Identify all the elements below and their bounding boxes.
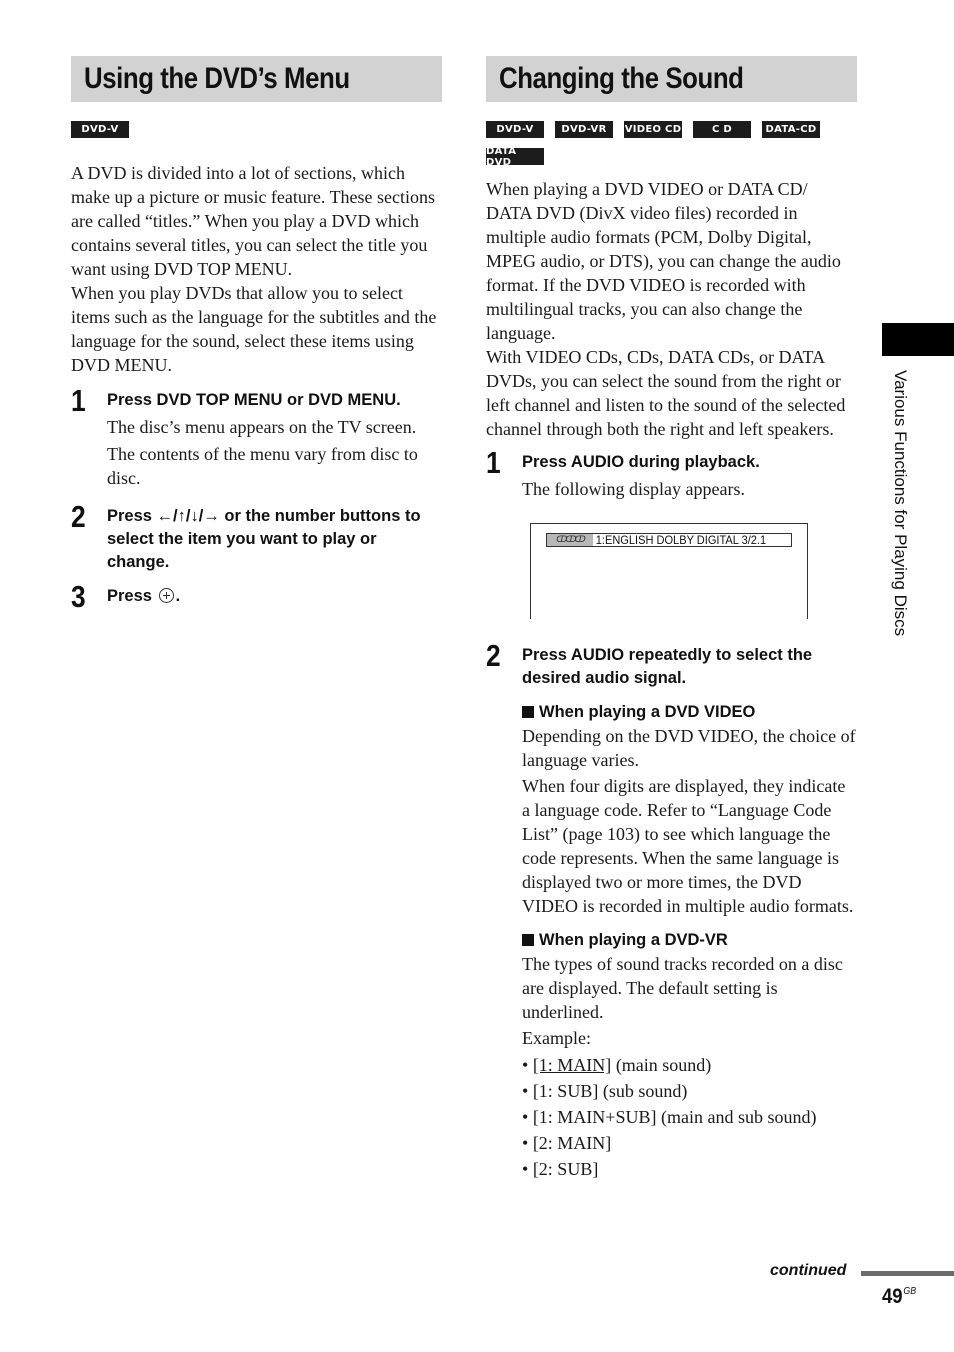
list-item: • [1: MAIN] (main sound)	[522, 1055, 712, 1075]
default-option: [1: MAIN]	[532, 1055, 612, 1075]
badge-video-cd: VIDEO CD	[624, 121, 682, 138]
section-using-dvd-menu: Using the DVD’s Menu DVD-V A DVD is divi…	[71, 56, 442, 614]
paragraph: The disc’s menu appears on the TV screen…	[107, 417, 417, 437]
audio-info-bar: ↀↀↀ 1:ENGLISH DOLBY DIGITAL 3/2.1	[546, 533, 792, 547]
badge-cd: C D	[693, 121, 751, 138]
disc-type-badges: DVD-V DVD-VR VIDEO CD C D DATA-CD DATA D…	[486, 121, 857, 168]
step-2: 2 Press AUDIO repeatedly to select the d…	[486, 638, 857, 1182]
option-code: [2: MAIN]	[532, 1133, 612, 1153]
list-item: • [2: SUB]	[522, 1159, 599, 1179]
step-body: The following display appears.	[522, 479, 745, 499]
intro-text: A DVD is divided into a lot of sections,…	[71, 161, 442, 377]
square-bullet-icon	[522, 934, 534, 946]
audio-track-text: 1:ENGLISH DOLBY DIGITAL 3/2.1	[595, 533, 767, 547]
badge-dvd-v: DVD-V	[71, 121, 129, 138]
option-code: [1: SUB]	[532, 1081, 599, 1101]
section-title-text: Using the DVD’s Menu	[84, 62, 350, 95]
step-heading-prefix: Press	[107, 587, 152, 605]
audio-disc-icon: ↀↀↀ	[556, 535, 586, 545]
example-label: Example:	[522, 1028, 591, 1048]
list-item: • [2: MAIN]	[522, 1133, 612, 1153]
paragraph: When four digits are displayed, they ind…	[522, 776, 854, 916]
page-number-value: 49	[882, 1285, 903, 1308]
subheading-text: When playing a DVD VIDEO	[539, 703, 756, 721]
subheading-dvd-vr: When playing a DVD-VR	[522, 929, 857, 952]
step-2: 2 Press ←/↑/↓/→ or the number buttons to…	[71, 499, 442, 574]
continued-label: continued	[770, 1262, 847, 1279]
step-heading-suffix: .	[175, 587, 181, 605]
audio-icon-area: ↀↀↀ	[547, 534, 593, 546]
page-number: 49GB	[882, 1285, 916, 1309]
section-changing-sound: Changing the Sound DVD-V DVD-VR VIDEO CD…	[486, 56, 857, 1182]
section-title: Using the DVD’s Menu	[71, 56, 442, 102]
step-heading: Press AUDIO repeatedly to select the des…	[522, 646, 813, 687]
square-bullet-icon	[522, 706, 534, 718]
continued-rule	[861, 1271, 954, 1276]
paragraph: With VIDEO CDs, CDs, DATA CDs, or DATA D…	[486, 347, 846, 439]
step-heading: Press ←/↑/↓/→ or the number buttons to s…	[107, 507, 421, 571]
paragraph: Depending on the DVD VIDEO, the choice o…	[522, 726, 856, 770]
paragraph: When you play DVDs that allow you to sel…	[71, 283, 437, 375]
badge-data-cd: DATA-CD	[762, 121, 820, 138]
option-desc: (sub sound)	[598, 1081, 688, 1101]
badge-data-dvd: DATA DVD	[486, 146, 544, 168]
disc-type-badges: DVD-V	[71, 121, 442, 138]
option-code: [1: MAIN+SUB]	[532, 1107, 657, 1127]
step-heading: Press DVD TOP MENU or DVD MENU.	[107, 391, 401, 409]
option-desc: (main and sub sound)	[656, 1107, 817, 1127]
paragraph: When playing a DVD VIDEO or DATA CD/ DAT…	[486, 179, 841, 343]
step-1: 1 Press DVD TOP MENU or DVD MENU. The di…	[71, 383, 442, 490]
step-number: 1	[71, 383, 86, 418]
badge-dvd-v: DVD-V	[486, 121, 544, 138]
subheading-dvd-video: When playing a DVD VIDEO	[522, 701, 857, 724]
step-3: 3 Press .	[71, 579, 442, 614]
section-title: Changing the Sound	[486, 56, 857, 102]
dvd-video-text: Depending on the DVD VIDEO, the choice o…	[522, 724, 857, 918]
list-item: • [1: SUB] (sub sound)	[522, 1081, 688, 1101]
step-number: 3	[71, 579, 86, 614]
step-number: 1	[486, 445, 501, 480]
page-suffix: GB	[903, 1286, 917, 1297]
paragraph: The contents of the menu vary from disc …	[107, 444, 418, 488]
intro-text: When playing a DVD VIDEO or DATA CD/ DAT…	[486, 177, 857, 441]
chapter-tab-marker	[882, 323, 954, 356]
paragraph: A DVD is divided into a lot of sections,…	[71, 163, 436, 279]
step-heading: Press .	[107, 585, 442, 608]
step-number: 2	[71, 499, 86, 534]
subheading-text: When playing a DVD-VR	[539, 931, 728, 949]
example-list: • [1: MAIN] (main sound) • [1: SUB] (sub…	[522, 1052, 857, 1182]
badge-dvd-vr: DVD-VR	[555, 121, 613, 138]
chapter-label: Various Functions for Playing Discs	[891, 370, 910, 637]
option-code: [2: SUB]	[532, 1159, 599, 1179]
dvd-vr-text: The types of sound tracks recorded on a …	[522, 952, 857, 1182]
enter-circle-plus-icon	[158, 588, 174, 603]
option-desc: (main sound)	[611, 1055, 712, 1075]
on-screen-display-example: ↀↀↀ 1:ENGLISH DOLBY DIGITAL 3/2.1	[530, 523, 808, 619]
list-item: • [1: MAIN+SUB] (main and sub sound)	[522, 1107, 817, 1127]
section-title-text: Changing the Sound	[499, 62, 744, 95]
step-heading: Press AUDIO during playback.	[522, 453, 760, 471]
paragraph: The types of sound tracks recorded on a …	[522, 954, 843, 1022]
step-body: The disc’s menu appears on the TV screen…	[107, 415, 442, 490]
step-1: 1 Press AUDIO during playback. The follo…	[486, 445, 857, 619]
step-number: 2	[486, 638, 501, 673]
